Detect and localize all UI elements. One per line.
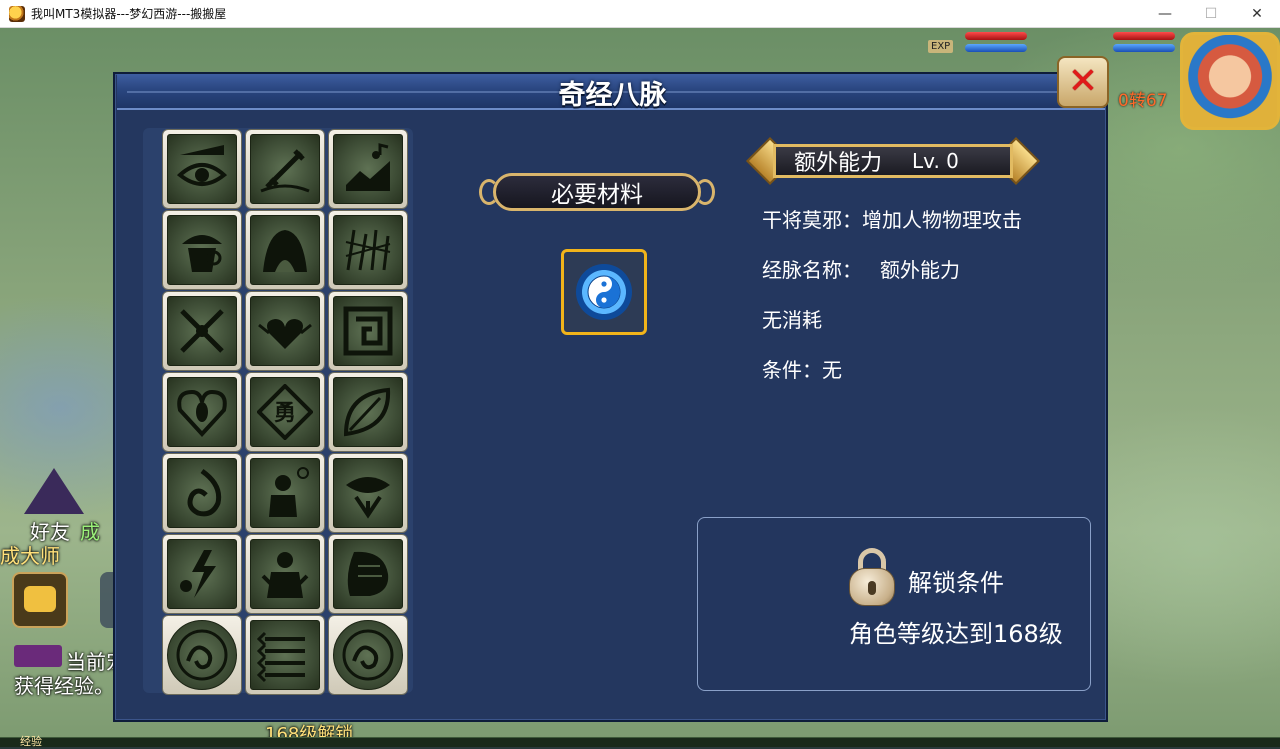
dragon-coin-icon	[333, 620, 403, 690]
sword-icon	[250, 134, 320, 204]
yin-yang-orb-icon	[576, 264, 632, 320]
window-controls: — ☐ ✕	[1142, 0, 1280, 28]
panel-title: 奇经八脉	[558, 79, 667, 111]
window-title: 我叫MT3模拟器---梦幻西游---搬搬屋	[31, 7, 227, 21]
chat-icon	[24, 586, 56, 612]
skill-slot-8[interactable]	[246, 292, 324, 370]
skill-slot-15[interactable]	[329, 454, 407, 532]
skill-slot-21[interactable]	[329, 616, 407, 694]
master-label: 成大师	[0, 544, 60, 568]
ability-effect: 干将莫邪：增加人物物理攻击	[762, 208, 1022, 232]
pet-hp-bar	[965, 32, 1027, 40]
hat-figure-icon	[167, 215, 237, 285]
skill-slot-16[interactable]	[163, 535, 241, 613]
window-close-button[interactable]: ✕	[1234, 0, 1280, 28]
swirl-icon	[167, 458, 237, 528]
skill-slot-18[interactable]	[329, 535, 407, 613]
cave-icon	[250, 215, 320, 285]
skill-slot-10[interactable]	[163, 373, 241, 451]
skill-grid: 勇	[163, 130, 409, 694]
skill-slot-4[interactable]	[163, 211, 241, 289]
dragon-coin-icon	[167, 620, 237, 690]
leaf-icon	[333, 377, 403, 447]
fist-icon	[333, 539, 403, 609]
lightning-figure-icon	[167, 539, 237, 609]
crossed-blades-icon	[167, 296, 237, 366]
skill-slot-5[interactable]	[246, 211, 324, 289]
skill-slot-1[interactable]	[163, 130, 241, 208]
ability-condition: 条件：无	[762, 358, 842, 382]
skill-slot-13[interactable]	[163, 454, 241, 532]
pet-status-bars	[965, 32, 1027, 68]
exp-bar	[0, 737, 1280, 747]
skill-slot-3[interactable]	[329, 130, 407, 208]
thinking-figure-icon	[250, 458, 320, 528]
material-slot[interactable]	[561, 249, 647, 335]
ability-banner-body: 额外能力 Lv. 0	[773, 144, 1013, 178]
ability-cost: 无消耗	[762, 308, 822, 332]
heart-wings-icon	[250, 296, 320, 366]
skill-slot-6[interactable]	[329, 211, 407, 289]
meridian-name-value: 额外能力	[880, 258, 960, 282]
player-hp-bar	[1113, 32, 1175, 40]
friend-wizard-icon[interactable]	[24, 468, 84, 514]
pet-mp-bar	[965, 44, 1027, 52]
music-notes-icon	[333, 134, 403, 204]
unlock-title: 解锁条件	[908, 569, 1004, 597]
unlock-requirement: 角色等级达到168级	[849, 620, 1063, 648]
achievement-label: 成	[80, 520, 100, 544]
material-banner-label: 必要材料	[493, 173, 701, 211]
notice-line-2: 获得经验。	[14, 674, 114, 698]
yin-yang-icon	[587, 275, 621, 309]
panel-close-button[interactable]: ✕	[1057, 56, 1109, 108]
eye-icon	[167, 134, 237, 204]
skill-slot-19[interactable]	[163, 616, 241, 694]
notice-tag	[14, 645, 62, 667]
skill-slot-11[interactable]: 勇	[246, 373, 324, 451]
material-banner: 必要材料	[479, 171, 715, 213]
skill-slot-14[interactable]	[246, 454, 324, 532]
player-status-bars	[1113, 32, 1175, 68]
meridian-name-row: 经脉名称： 额外能力	[762, 254, 960, 283]
ability-level: Lv. 0	[912, 149, 959, 173]
skill-slot-12[interactable]	[329, 373, 407, 451]
app-icon	[9, 5, 25, 22]
skill-slot-20[interactable]	[246, 616, 324, 694]
skill-slot-9[interactable]	[329, 292, 407, 370]
svg-text:勇: 勇	[274, 401, 296, 426]
exp-tag: EXP	[928, 40, 954, 53]
runic-eye-icon	[333, 458, 403, 528]
ability-name: 额外能力	[794, 151, 883, 176]
heart-beetle-icon	[167, 377, 237, 447]
ability-banner: 额外能力 Lv. 0	[745, 136, 1041, 186]
chat-button[interactable]	[12, 572, 68, 628]
window-titlebar: 我叫MT3模拟器---梦幻西游---搬搬屋 — ☐ ✕	[0, 0, 1280, 28]
skill-slot-2[interactable]	[246, 130, 324, 208]
brave-diamond-icon: 勇	[250, 377, 320, 447]
arrows-icon	[250, 620, 320, 690]
player-mp-bar	[1113, 44, 1175, 52]
thorns-icon	[333, 215, 403, 285]
maze-icon	[333, 296, 403, 366]
minimize-button[interactable]: —	[1142, 0, 1188, 28]
meridian-name-label: 经脉名称：	[762, 258, 862, 282]
skill-slot-7[interactable]	[163, 292, 241, 370]
close-icon: ✕	[1067, 61, 1099, 102]
skill-slot-17[interactable]	[246, 535, 324, 613]
maximize-button[interactable]: ☐	[1188, 0, 1234, 28]
warrior-icon	[250, 539, 320, 609]
lock-icon	[849, 548, 895, 606]
